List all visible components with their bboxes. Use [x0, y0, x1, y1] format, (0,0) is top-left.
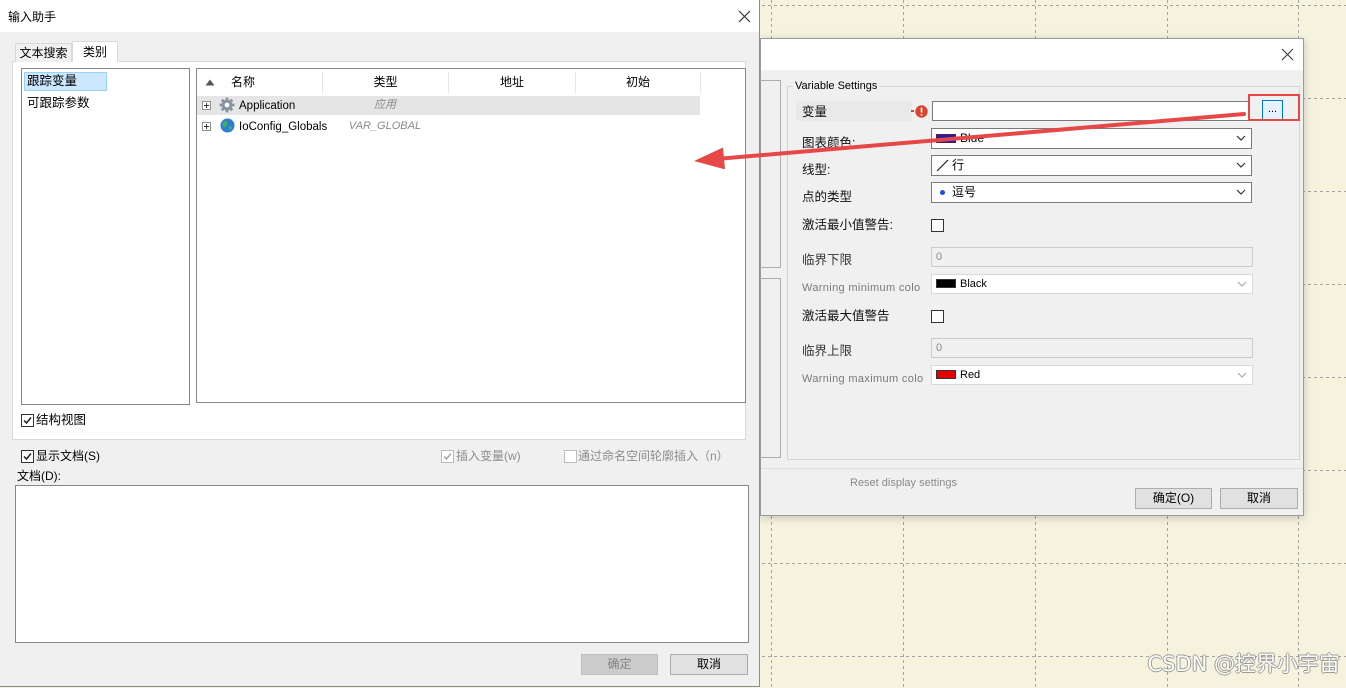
warning-max-color-dropdown[interactable]: Red — [931, 365, 1253, 385]
warning-max-color-swatch — [936, 370, 956, 379]
checkmark-icon — [23, 417, 32, 425]
category-item-trace-variables[interactable]: 跟踪变量 — [27, 73, 77, 89]
chart-color-label: 图表颜色: — [802, 136, 856, 150]
upper-limit-input[interactable]: 0 — [931, 338, 1253, 358]
ok-button[interactable]: 确定(O) — [1135, 488, 1212, 509]
variable-settings-dialog: Variable Settings 变量 ... 图表颜色: Blue 线型: … — [759, 38, 1304, 516]
variable-input[interactable] — [932, 101, 1249, 121]
column-header-name[interactable]: 名称 — [231, 74, 255, 90]
category-list[interactable] — [21, 68, 190, 405]
warning-min-color-value: Black — [960, 278, 987, 290]
activate-min-warning-checkbox[interactable] — [931, 219, 944, 232]
column-header-address[interactable]: 地址 — [449, 74, 575, 90]
insert-variable-label[interactable]: 插入变量(w) — [456, 448, 521, 464]
variable-label: 变量 — [802, 105, 828, 119]
row-type-ioconfig-globals: VAR_GLOBAL — [348, 120, 422, 132]
left-panel-upper — [759, 80, 781, 268]
row-type-application: 应用 — [374, 99, 396, 111]
row-name-ioconfig-globals[interactable]: IoConfig_Globals — [239, 119, 327, 135]
input-assistant-titlebar[interactable] — [0, 0, 759, 32]
warning-min-color-label: Warning minimum colo — [802, 282, 921, 294]
warning-max-color-label: Warning maximum colo — [802, 373, 924, 385]
insert-variable-checkbox[interactable] — [441, 450, 454, 463]
reset-display-settings-button[interactable]: Reset display settings — [850, 476, 957, 490]
lower-limit-label: 临界下限 — [802, 253, 853, 267]
warning-max-color-value: Red — [960, 369, 981, 381]
point-type-label: 点的类型 — [802, 190, 853, 204]
warning-min-color-dropdown[interactable]: Black — [931, 274, 1253, 294]
structure-view-label[interactable]: 结构视图 — [36, 412, 86, 428]
left-panel-lower — [759, 278, 781, 458]
upper-limit-label: 临界上限 — [802, 344, 853, 358]
close-icon[interactable] — [1281, 48, 1294, 61]
show-documentation-label[interactable]: 显示文档(S) — [36, 448, 100, 464]
warning-min-color-swatch — [936, 279, 956, 288]
activate-max-warning-label: 激活最大值警告 — [802, 309, 890, 323]
error-icon — [915, 105, 928, 118]
ok-button[interactable]: 确定 — [581, 654, 658, 675]
chart-color-value: Blue — [960, 131, 985, 145]
checkmark-icon — [23, 453, 32, 461]
documentation-label: 文档(D): — [17, 469, 61, 483]
point-type-value: 逗号 — [952, 185, 977, 199]
column-header-type[interactable]: 类型 — [323, 74, 448, 90]
cancel-button[interactable]: 取消 — [670, 654, 748, 675]
group-title: Variable Settings — [793, 79, 880, 93]
input-assistant-dialog: 输入助手 文本搜索 类别 跟踪变量 可跟踪参数 名称 类型 地址 初始 Appl… — [0, 0, 760, 687]
category-item-traceable-parameters[interactable]: 可跟踪参数 — [27, 95, 90, 111]
chevron-down-icon — [1236, 135, 1246, 141]
chevron-down-icon — [1237, 372, 1247, 378]
dialog-title: 输入助手 — [8, 10, 57, 24]
line-type-label: 线型: — [802, 163, 831, 177]
chevron-down-icon — [1237, 281, 1247, 287]
plus-box-icon[interactable] — [202, 101, 211, 110]
row-name-application[interactable]: Application — [239, 98, 295, 114]
chart-color-swatch — [936, 134, 956, 143]
close-icon[interactable] — [738, 10, 751, 23]
sort-ascending-icon[interactable] — [205, 79, 215, 86]
chevron-down-icon — [1236, 162, 1246, 168]
structure-view-checkbox[interactable] — [21, 414, 34, 427]
tab-text-search[interactable]: 文本搜索 — [15, 43, 72, 62]
insert-with-namespace-checkbox[interactable] — [564, 450, 577, 463]
show-documentation-checkbox[interactable] — [21, 450, 34, 463]
point-type-dropdown[interactable]: 逗号 — [931, 182, 1252, 203]
line-type-value: 行 — [952, 158, 965, 172]
line-icon — [936, 159, 949, 172]
globe-icon — [220, 118, 235, 133]
plus-box-icon[interactable] — [202, 122, 211, 131]
watermark: CSDN @控界小宇宙 — [1147, 652, 1340, 676]
chart-color-dropdown[interactable]: Blue — [931, 128, 1252, 149]
activate-max-warning-checkbox[interactable] — [931, 310, 944, 323]
bottom-separator — [761, 468, 1303, 469]
lower-limit-input[interactable]: 0 — [931, 247, 1253, 267]
insert-with-namespace-label[interactable]: 通过命名空间轮廓插入（n） — [578, 448, 729, 464]
cancel-button[interactable]: 取消 — [1220, 488, 1298, 509]
column-header-initial[interactable]: 初始 — [576, 74, 700, 90]
activate-min-warning-label: 激活最小值警告: — [802, 218, 893, 232]
gear-icon — [219, 97, 235, 113]
dot-icon — [940, 190, 945, 195]
variable-dialog-titlebar[interactable] — [761, 39, 1303, 70]
line-type-dropdown[interactable]: 行 — [931, 155, 1252, 176]
tab-categories[interactable]: 类别 — [72, 41, 118, 62]
checkmark-icon — [443, 453, 452, 461]
documentation-textarea[interactable] — [15, 485, 749, 643]
highlight-box-annotation — [1248, 94, 1300, 121]
error-marker — [911, 110, 914, 112]
column-separator[interactable] — [700, 72, 701, 93]
chevron-down-icon — [1236, 189, 1246, 195]
